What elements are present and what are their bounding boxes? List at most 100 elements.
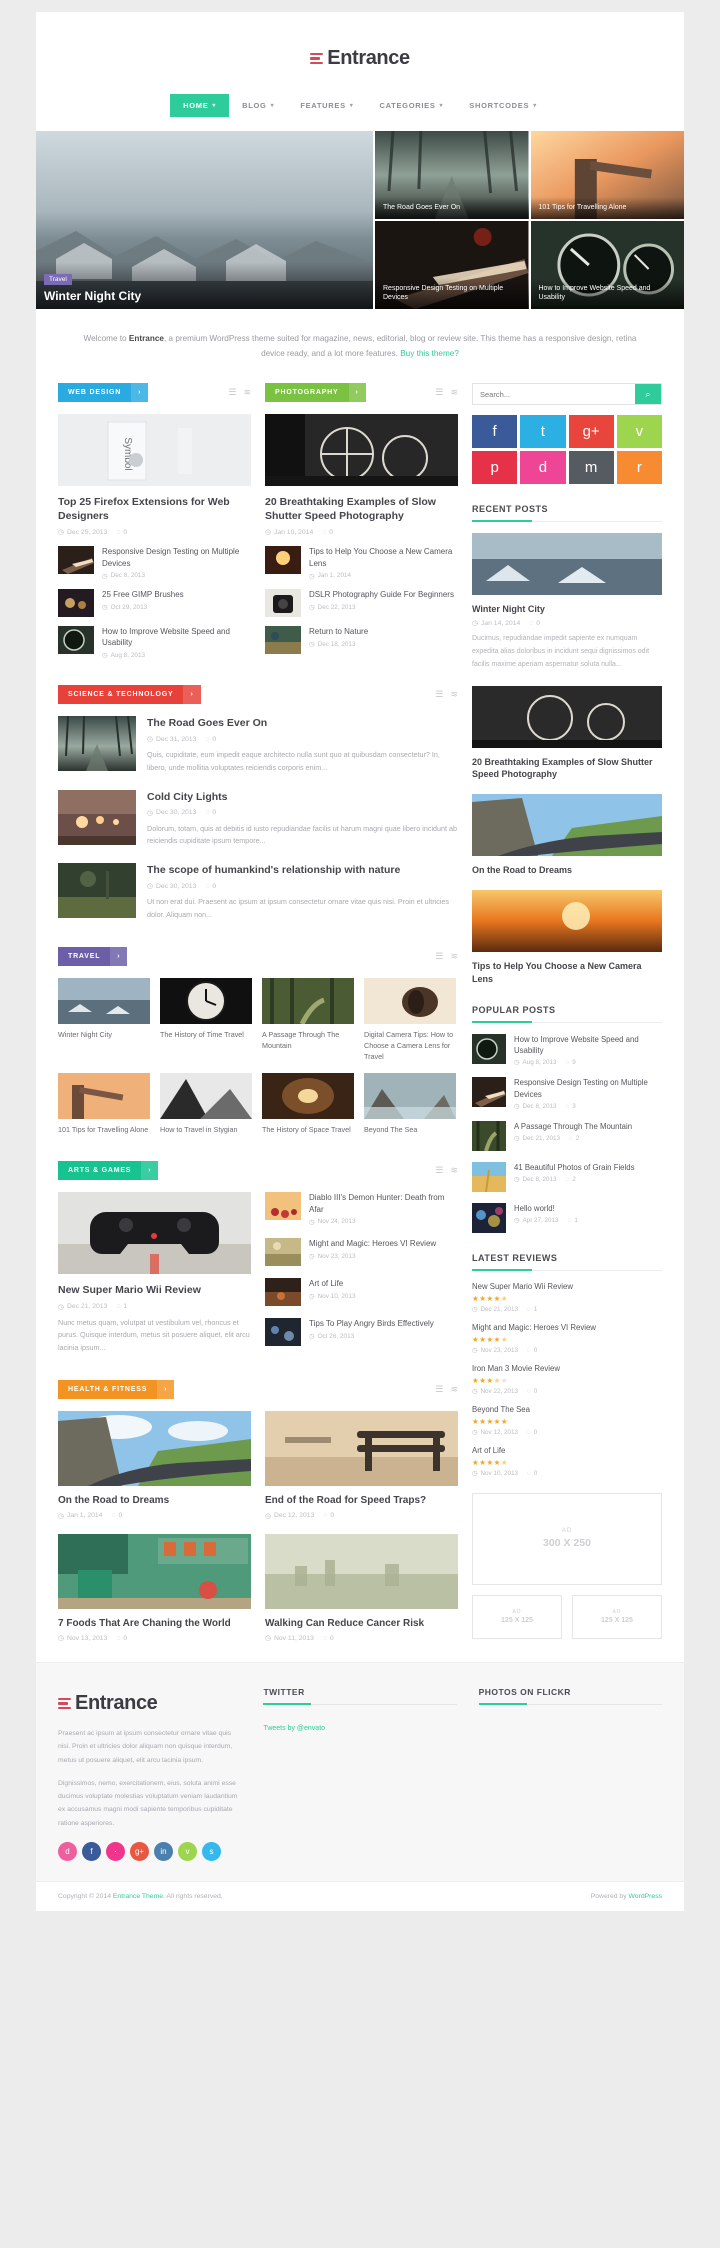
list-item[interactable]: Return to Nature ◷ Dec 18, 2013 xyxy=(265,625,458,654)
entrance-theme-link[interactable]: Entrance Theme xyxy=(113,1893,163,1900)
nav-item-shortcodes[interactable]: SHORTCODES ▾ xyxy=(456,94,550,117)
vimeo-icon[interactable]: v xyxy=(178,1841,197,1861)
recent-post-item[interactable]: On the Road to Dreams xyxy=(472,794,662,876)
recent-post-item[interactable]: 20 Breathtaking Examples of Slow Shutter… xyxy=(472,686,662,780)
list-item[interactable]: Responsive Design Testing on Multiple De… xyxy=(58,546,251,580)
popular-post-item[interactable]: Responsive Design Testing on Multiple De… xyxy=(472,1077,662,1110)
list-item[interactable]: DSLR Photography Guide For Beginners ◷ De… xyxy=(265,588,458,617)
rss-icon[interactable]: ≋ xyxy=(450,951,458,962)
facebook-icon[interactable]: f xyxy=(472,415,518,449)
post-title[interactable]: Cold City Lights xyxy=(147,790,458,804)
review-item[interactable]: Might and Magic: Heroes VI Review ★★★★★ … xyxy=(472,1323,662,1354)
rss-icon[interactable]: ≋ xyxy=(450,1165,458,1176)
grid-item[interactable]: 7 Foods That Are Chaning the World ◷ Nov … xyxy=(58,1533,251,1642)
skype-icon[interactable]: s xyxy=(202,1841,221,1861)
search-input[interactable] xyxy=(473,384,635,405)
google-plus-icon[interactable]: g+ xyxy=(568,415,614,449)
post-row[interactable]: The scope of humankind's relationship wi… xyxy=(58,862,458,921)
feature-image[interactable] xyxy=(265,414,458,487)
grid-item[interactable]: The History of Time Travel xyxy=(160,978,252,1062)
google-plus-icon[interactable]: g+ xyxy=(130,1841,149,1861)
buy-theme-link[interactable]: Buy this theme? xyxy=(400,349,459,358)
category-pill-arts[interactable]: ARTS & GAMES › xyxy=(58,1161,159,1181)
nav-item-categories[interactable]: CATEGORIES ▾ xyxy=(367,94,457,117)
list-view-icon[interactable]: ☰ xyxy=(435,1384,443,1395)
post-row[interactable]: Cold City Lights ◷ Dec 30, 2013 ◌ 0 Doloru… xyxy=(58,789,458,848)
list-item[interactable]: Might and Magic: Heroes VI Review ◷ Nov 2… xyxy=(265,1237,458,1266)
feature-image[interactable]: Symbol xyxy=(58,414,251,487)
rss-icon[interactable]: ≋ xyxy=(450,1384,458,1395)
pinterest-icon[interactable]: p xyxy=(472,451,518,485)
slider-main-item[interactable]: Travel Winter Night City xyxy=(36,130,373,309)
list-item[interactable]: Tips to Help You Choose a New Camera Len… xyxy=(265,546,458,580)
grid-item[interactable]: A Passage Through The Mountain xyxy=(262,978,354,1062)
list-item[interactable]: Diablo III's Demon Hunter: Death from Af… xyxy=(265,1192,458,1226)
nav-item-features[interactable]: FEATURES ▾ xyxy=(287,94,366,117)
grid-item[interactable]: End of the Road for Speed Traps? ◷ Dec 12… xyxy=(265,1411,458,1520)
category-pill-web-design[interactable]: WEB DESIGN › xyxy=(58,383,149,403)
footer-logo[interactable]: Entrance xyxy=(58,1692,158,1715)
vimeo-icon[interactable]: v xyxy=(616,415,662,449)
nav-item-home[interactable]: HOME ▾ xyxy=(170,93,230,117)
nav-item-blog[interactable]: BLOG ▾ xyxy=(229,94,287,117)
category-pill-science[interactable]: SCIENCE & TECHNOLOGY › xyxy=(58,685,201,705)
ad-banner-small-right[interactable]: AD 125 X 125 xyxy=(572,1594,662,1639)
ad-banner-large[interactable]: AD 300 X 250 xyxy=(472,1492,662,1585)
post-row[interactable]: The Road Goes Ever On ◷ Dec 31, 2013 ◌ 0 Q… xyxy=(58,716,458,774)
review-item[interactable]: Beyond The Sea ★★★★★ ◷ Nov 12, 2013 ◌ 0 xyxy=(472,1405,662,1436)
list-view-icon[interactable]: ☰ xyxy=(435,689,443,700)
feature-title[interactable]: 20 Breathtaking Examples of Slow Shutter… xyxy=(265,495,458,523)
feature-image[interactable] xyxy=(58,1192,251,1275)
rss-icon[interactable]: ≋ xyxy=(450,387,458,398)
recent-post-item[interactable]: Tips to Help You Choose a New Camera Len… xyxy=(472,890,662,984)
popular-post-item[interactable]: How to Improve Website Speed and Usabili… xyxy=(472,1033,662,1066)
dribbble-icon[interactable]: d xyxy=(520,451,566,485)
popular-post-item[interactable]: 41 Beautiful Photos of Grain Fields ◷ Dec… xyxy=(472,1161,662,1192)
post-title[interactable]: The Road Goes Ever On xyxy=(147,716,458,730)
slider-tile-road[interactable]: The Road Goes Ever On xyxy=(375,130,529,219)
list-view-icon[interactable]: ☰ xyxy=(228,387,236,398)
grid-item[interactable]: On the Road to Dreams ◷ Jan 1, 2014 ◌ 0 xyxy=(58,1411,251,1520)
grid-item[interactable]: The History of Space Travel xyxy=(262,1072,354,1136)
list-view-icon[interactable]: ☰ xyxy=(435,1165,443,1176)
list-view-icon[interactable]: ☰ xyxy=(435,951,443,962)
feature-title[interactable]: Top 25 Firefox Extensions for Web Design… xyxy=(58,495,251,523)
grid-item[interactable]: Digital Camera Tips: How to Choose a Cam… xyxy=(364,978,456,1062)
review-item[interactable]: Art of Life ★★★★★ ◷ Nov 10, 2013 ◌ 0 xyxy=(472,1446,662,1477)
review-item[interactable]: Iron Man 3 Movie Review ★★★★★ ◷ Nov 22, 2… xyxy=(472,1364,662,1395)
popular-post-item[interactable]: A Passage Through The Mountain ◷ Dec 21, … xyxy=(472,1120,662,1151)
popular-post-item[interactable]: Hello world! ◷ Apr 27, 2013 ◌ 1 xyxy=(472,1202,662,1233)
grid-item[interactable]: Winter Night City xyxy=(58,978,150,1062)
twitter-feed-link[interactable]: Tweets by @envato xyxy=(263,1725,325,1732)
twitter-icon[interactable]: t xyxy=(520,415,566,449)
wordpress-link[interactable]: WordPress xyxy=(629,1893,663,1900)
rss-icon[interactable]: ≋ xyxy=(243,387,251,398)
search-button[interactable]: ⌕ xyxy=(635,384,661,405)
linkedin-icon[interactable]: in xyxy=(154,1841,173,1861)
slider-tile-speed[interactable]: How to Improve Website Speed and Usabili… xyxy=(530,220,684,309)
review-item[interactable]: New Super Mario Wii Review ★★★★★ ◷ Dec 21… xyxy=(472,1282,662,1313)
flickr-icon[interactable]: · xyxy=(106,1841,125,1861)
slider-tile-tips[interactable]: 101 Tips for Travelling Alone xyxy=(530,130,684,219)
site-logo[interactable]: Entrance xyxy=(310,47,410,70)
list-item[interactable]: 25 Free GIMP Brushes ◷ Oct 29, 2013 xyxy=(58,588,251,617)
rss-icon[interactable]: r xyxy=(616,451,662,485)
list-item[interactable]: Tips To Play Angry Birds Effectively ◷ Oc… xyxy=(265,1317,458,1346)
post-title[interactable]: The scope of humankind's relationship wi… xyxy=(147,863,458,877)
email-icon[interactable]: m xyxy=(568,451,614,485)
rss-icon[interactable]: ≋ xyxy=(450,689,458,700)
category-pill-photography[interactable]: PHOTOGRAPHY › xyxy=(265,383,366,403)
grid-item[interactable]: How to Travel in Stygian xyxy=(160,1072,252,1136)
grid-item[interactable]: Walking Can Reduce Cancer Risk ◷ Nov 11, … xyxy=(265,1533,458,1642)
facebook-icon[interactable]: f xyxy=(82,1841,101,1861)
feature-title[interactable]: New Super Mario Wii Review xyxy=(58,1283,251,1297)
slider-tile-responsive[interactable]: Responsive Design Testing on Multiple De… xyxy=(375,220,529,309)
list-item[interactable]: How to Improve Website Speed and Usabili… xyxy=(58,625,251,659)
category-pill-health[interactable]: HEALTH & FITNESS › xyxy=(58,1380,175,1400)
category-pill-travel[interactable]: TRAVEL › xyxy=(58,947,128,967)
grid-item[interactable]: Beyond The Sea xyxy=(364,1072,456,1136)
grid-item[interactable]: 101 Tips for Travelling Alone xyxy=(58,1072,150,1136)
ad-banner-small-left[interactable]: AD 125 X 125 xyxy=(472,1594,562,1639)
list-view-icon[interactable]: ☰ xyxy=(435,387,443,398)
dribbble-icon[interactable]: d xyxy=(58,1841,77,1861)
